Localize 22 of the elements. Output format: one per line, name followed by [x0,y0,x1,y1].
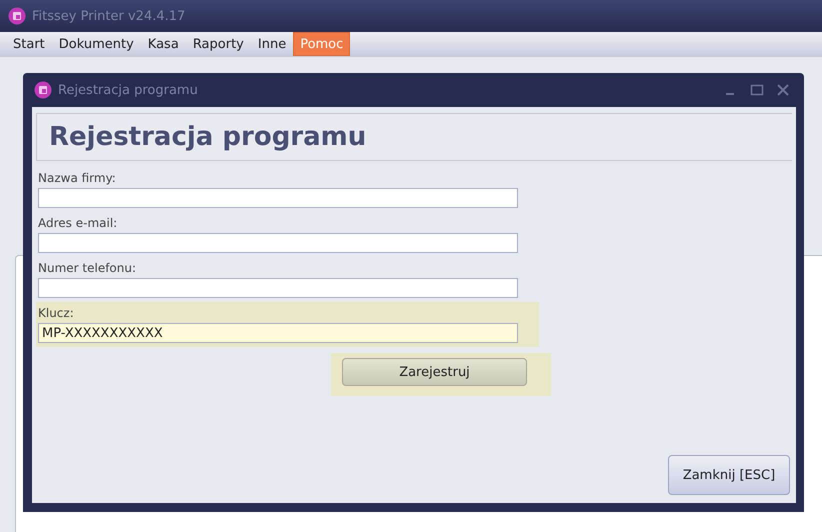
field-label: Numer telefonu: [38,261,138,275]
window-title: Fitssey Printer v24.4.17 [32,8,186,24]
maximize-icon[interactable] [750,83,764,97]
menu-item[interactable]: Dokumenty [52,32,141,56]
dialog-heading: Rejestracja programu [49,122,366,152]
close-icon[interactable] [776,83,790,97]
menu-item[interactable]: Raporty [186,32,251,56]
input-field[interactable] [38,278,518,298]
input-field[interactable] [38,233,518,253]
dialog-title: Rejestracja programu [58,82,199,98]
dialog-icon [34,81,52,99]
field-label: Klucz: [38,306,75,320]
register-button[interactable]: Zarejestruj [342,358,527,386]
field-label: Nazwa firmy: [38,171,117,185]
input-field[interactable] [38,188,518,208]
field-label: Adres e-mail: [38,216,118,230]
menu-item[interactable]: Inne [250,32,294,56]
app-icon [8,7,26,25]
input-field[interactable]: MP-XXXXXXXXXXX [38,323,518,343]
menu-item[interactable]: Kasa [140,32,186,56]
menu-item[interactable]: Start [6,32,52,56]
close-button[interactable]: Zamknij [ESC] [668,455,790,495]
